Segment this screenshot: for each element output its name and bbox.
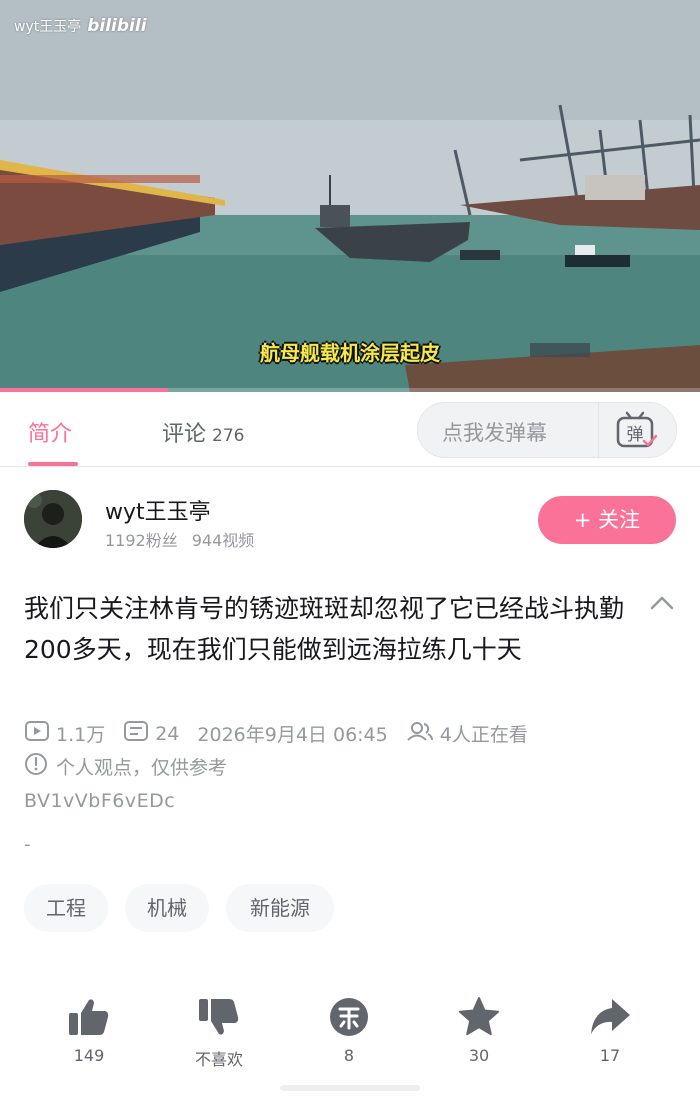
danmaku-placeholder: 点我发弹幕 [442,421,547,445]
video-subtitle: 航母舰载机涂层起皮 [260,341,440,365]
home-indicator [280,1080,420,1096]
play-count-icon [24,720,50,747]
uploader-videos: 944视频 [191,531,255,550]
coin-button[interactable]: 8 [309,996,389,1065]
dislike-label: 不喜欢 [194,1050,243,1069]
bvid-text[interactable]: BV1vVbF6vEDc [24,790,175,812]
svg-text:弹: 弹 [627,425,644,445]
follow-button[interactable]: + 关注 [538,496,676,544]
opinion-notice: 个人观点，仅供参考 [24,752,227,781]
video-player[interactable]: wyt王玉亭 bilibili 航母舰载机涂层起皮 [0,0,700,392]
thumbs-up-icon [69,999,109,1035]
opinion-notice-text: 个人观点，仅供参考 [56,757,228,779]
danmaku-count: 24 [155,722,180,745]
coin-icon [330,998,368,1036]
video-watermark: wyt王玉亭 bilibili [14,16,147,36]
alert-circle-icon [24,752,48,781]
watching-count: 4人正在看 [439,724,528,746]
tab-bar: 简介 评论 276 点我发弹幕 弹 [0,392,700,467]
tab-comments-count: 276 [212,426,245,446]
thumbs-down-icon [199,999,239,1035]
tag-item[interactable]: 工程 [24,884,108,932]
star-icon [459,997,499,1036]
danmaku-input[interactable]: 点我发弹幕 弹 [417,402,677,459]
danmaku-divider [598,403,599,459]
tab-active-indicator [28,462,78,466]
share-arrow-icon [591,999,630,1034]
watching-people-icon [406,720,434,747]
favorite-count: 30 [468,1046,490,1065]
like-count: 149 [73,1046,105,1065]
favorite-button[interactable]: 30 [439,996,519,1065]
chevron-up-icon[interactable] [648,592,676,614]
video-meta-row: 1.1万 24 2026年9月4日 06:45 4人正在看 [24,720,528,747]
watermark-user: wyt王玉亭 [14,19,82,35]
video-frame-image [0,0,700,392]
uploader-avatar[interactable] [24,490,82,548]
danmaku-count-icon [123,720,149,747]
coin-count: 8 [343,1046,355,1065]
video-description: - [24,834,31,855]
tab-intro[interactable]: 简介 [28,416,72,448]
like-button[interactable]: 149 [49,996,129,1065]
uploader-fans: 1192粉丝 [105,531,178,550]
share-count: 17 [599,1046,621,1065]
uploader-name[interactable]: wyt王玉亭 [105,494,211,526]
watermark-brand-logo: bilibili [87,16,147,36]
tag-item[interactable]: 新能源 [226,884,334,932]
tab-intro-label: 简介 [28,422,73,447]
video-title: 我们只关注林肯号的锈迹斑斑却忽视了它已经战斗执勤200多天，现在我们只能做到远海… [24,594,625,664]
danmaku-toggle-icon[interactable]: 弹 [614,411,658,451]
tag-item[interactable]: 机械 [125,884,209,932]
uploader-stats: 1192粉丝 944视频 [105,527,254,551]
view-count: 1.1万 [56,724,106,746]
publish-date: 2026年9月4日 06:45 [197,724,388,746]
share-button[interactable]: 17 [570,996,650,1065]
tab-comments[interactable]: 评论 276 [162,416,244,448]
tab-comments-label: 评论 [162,422,207,447]
dislike-button[interactable]: 不喜欢 [179,996,259,1070]
